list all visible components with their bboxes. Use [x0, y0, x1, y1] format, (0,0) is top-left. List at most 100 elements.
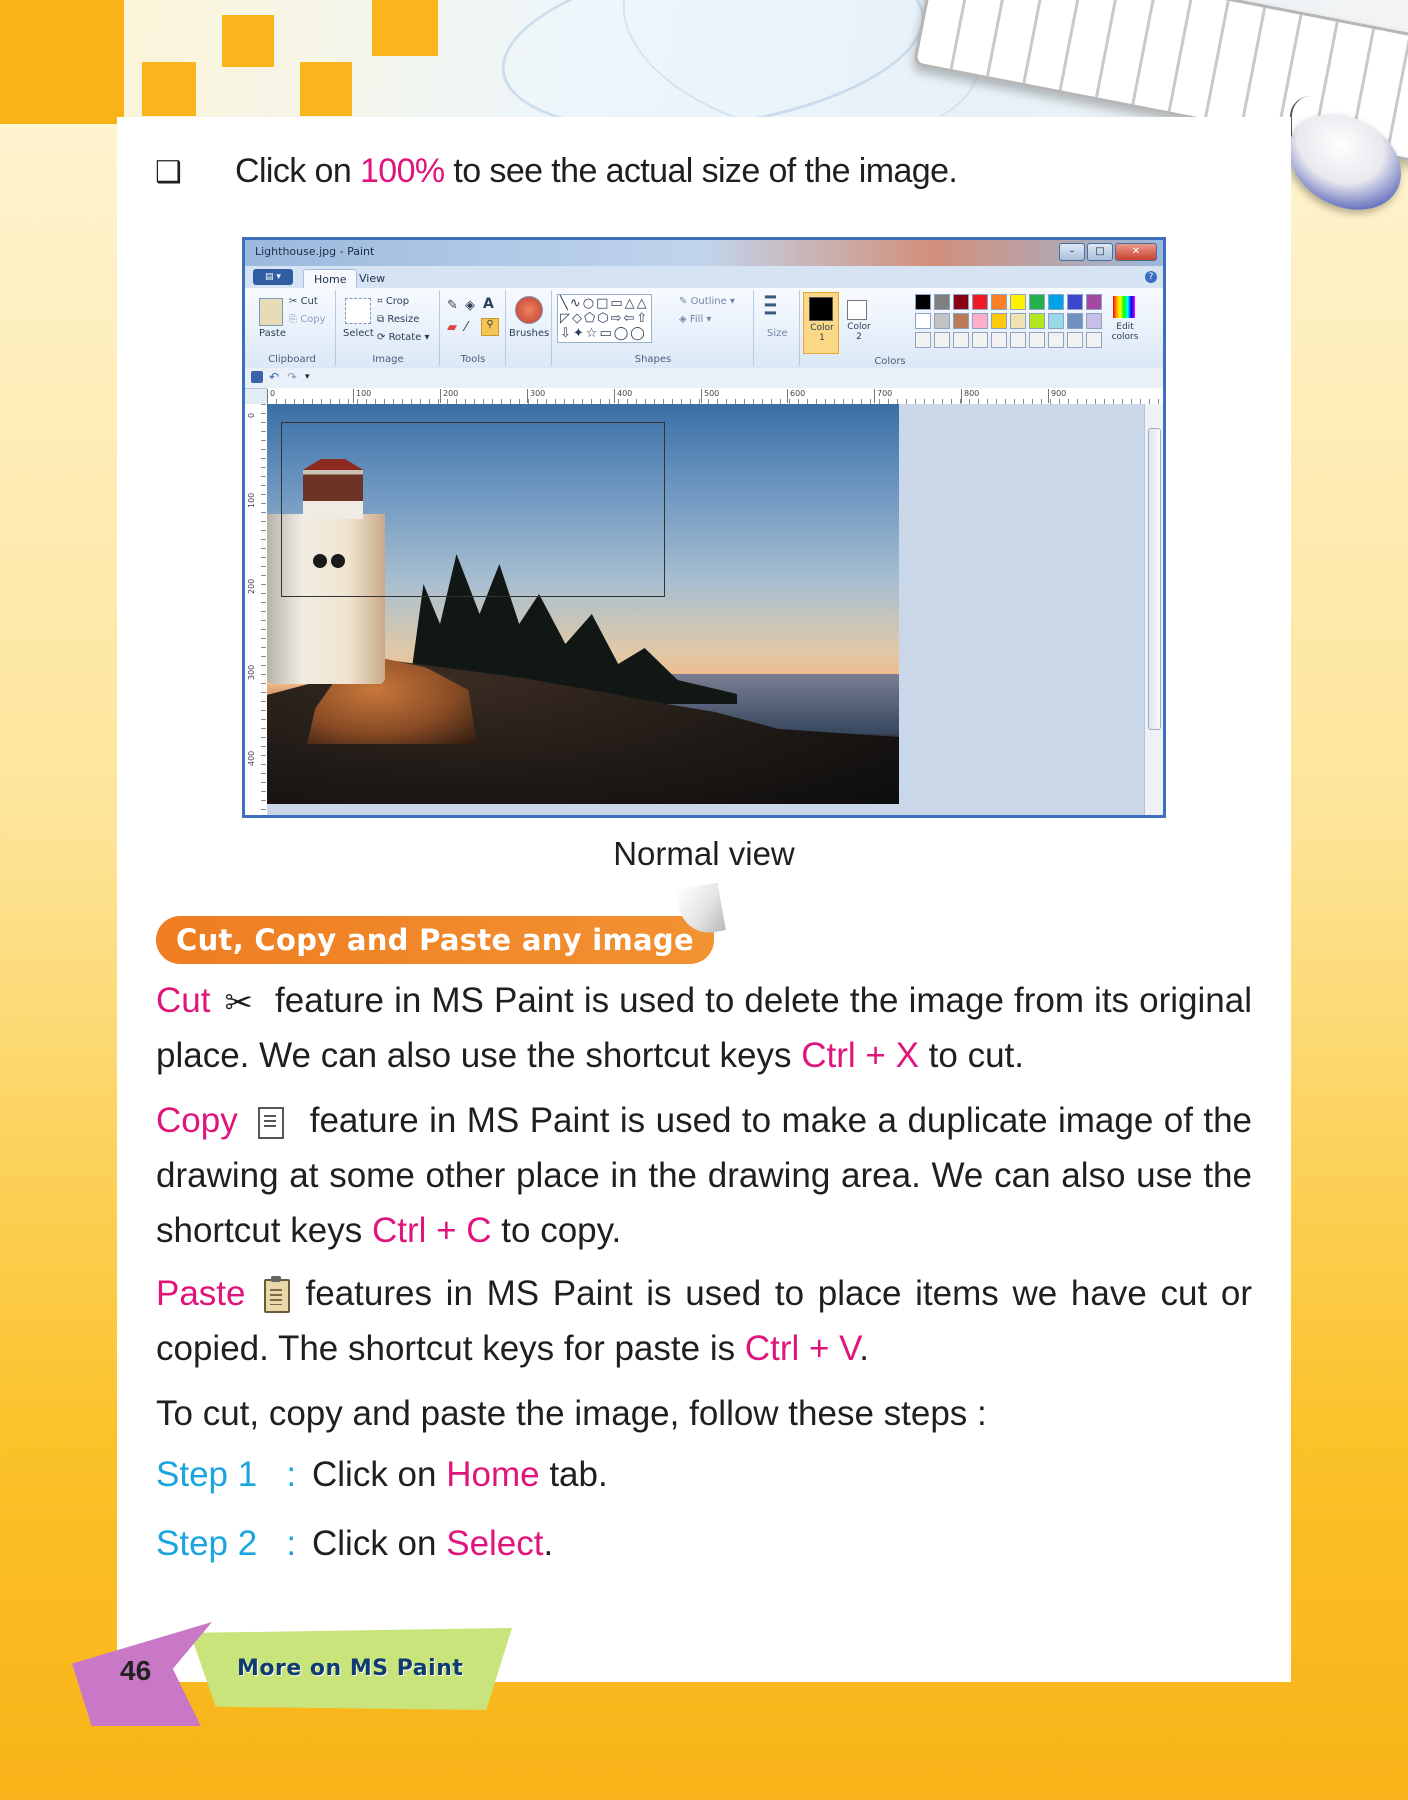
step-label: Step 2 :: [156, 1524, 312, 1564]
palette-swatch[interactable]: [934, 313, 950, 329]
ruler-tick: 300: [247, 664, 256, 680]
magnifier-icon[interactable]: ⚲: [481, 318, 499, 336]
selection-rectangle[interactable]: [281, 422, 665, 597]
paste-button[interactable]: Paste: [259, 328, 286, 339]
palette-swatch[interactable]: [991, 294, 1007, 310]
ruler-tick: 100: [353, 389, 371, 403]
fill-button[interactable]: ◈ Fill ▾: [679, 314, 711, 325]
copy-paragraph: Copy feature in MS Paint is used to make …: [156, 1093, 1252, 1258]
palette-swatch[interactable]: [1010, 332, 1026, 348]
drawing-canvas[interactable]: [267, 404, 1145, 815]
vertical-scrollbar[interactable]: [1144, 404, 1163, 815]
palette-swatch[interactable]: [1048, 294, 1064, 310]
palette-swatch[interactable]: [934, 294, 950, 310]
resize-button[interactable]: ⧉ Resize: [377, 314, 419, 325]
palette-swatch[interactable]: [1067, 294, 1083, 310]
color1-button[interactable]: Color 1: [803, 292, 839, 354]
palette-swatch[interactable]: [1010, 294, 1026, 310]
horizontal-ruler: 0 100 200 300 400 500 600 700 800 900: [267, 388, 1163, 405]
size-group: ━ ━ ━ Size: [755, 289, 800, 366]
cut-button[interactable]: ✂ Cut: [289, 296, 318, 307]
color2-button[interactable]: Color 2: [841, 292, 875, 352]
scrollbar-thumb[interactable]: [1148, 428, 1161, 730]
crop-button[interactable]: ⌗ Crop: [377, 296, 409, 307]
undo-icon[interactable]: ↶: [269, 371, 281, 383]
brushes-button[interactable]: Brushes: [509, 328, 549, 339]
palette-swatch[interactable]: [1086, 313, 1102, 329]
clipboard-icon: [263, 1275, 290, 1313]
palette-swatch[interactable]: [972, 313, 988, 329]
ribbon-tabs: ▤ ▾ Home View ?: [245, 266, 1163, 289]
paint-menu-button[interactable]: ▤ ▾: [253, 269, 293, 285]
minimize-icon[interactable]: –: [1059, 243, 1085, 261]
pencil-icon[interactable]: ✎: [447, 298, 458, 313]
palette-swatch[interactable]: [1029, 332, 1045, 348]
crop-label: Crop: [385, 296, 410, 307]
paste-term: Paste: [156, 1274, 246, 1313]
step-1: Step 1 : Click on Home tab.: [156, 1455, 608, 1495]
copy-label: Copy: [300, 314, 326, 325]
color-picker-icon[interactable]: ⁄: [465, 320, 467, 335]
customize-qat-icon[interactable]: ▾: [305, 371, 317, 383]
save-icon[interactable]: [251, 371, 263, 383]
size-icon[interactable]: ━ ━ ━: [765, 289, 776, 323]
text-icon[interactable]: A: [483, 296, 494, 312]
palette-swatch[interactable]: [915, 313, 931, 329]
palette-swatch[interactable]: [1067, 313, 1083, 329]
copy-button[interactable]: ⎘ Copy: [289, 314, 326, 325]
palette-swatch[interactable]: [953, 294, 969, 310]
image-group: Select ⌗ Crop ⧉ Resize ⟳ Rotate ▾ Image: [337, 290, 440, 366]
group-label: Colors: [874, 356, 906, 367]
palette-swatch[interactable]: [1086, 332, 1102, 348]
palette-swatch[interactable]: [934, 332, 950, 348]
palette-swatch[interactable]: [991, 332, 1007, 348]
tab-view[interactable]: View: [349, 269, 395, 288]
palette-swatch[interactable]: [1029, 294, 1045, 310]
select-button[interactable]: Select: [343, 328, 374, 339]
paste-icon[interactable]: [259, 298, 283, 326]
eraser-icon[interactable]: ▰: [447, 320, 457, 335]
decorative-square: [300, 62, 352, 116]
palette-swatch[interactable]: [1029, 313, 1045, 329]
cut-paragraph: Cut ✂ feature in MS Paint is used to dele…: [156, 973, 1252, 1083]
select-icon[interactable]: [345, 298, 371, 324]
maximize-icon[interactable]: □: [1087, 243, 1113, 261]
ribbon: Paste ✂ Cut ⎘ Copy Clipboard Select ⌗ Cr…: [245, 288, 1163, 369]
palette-swatch[interactable]: [915, 332, 931, 348]
vertical-ruler: 0 100 200 300 400: [245, 404, 268, 815]
redo-icon[interactable]: ↷: [287, 371, 299, 383]
outline-button[interactable]: ✎ Outline ▾: [679, 296, 735, 307]
palette-swatch[interactable]: [915, 294, 931, 310]
page-number: 46: [120, 1655, 152, 1686]
ruler-tick: 0: [267, 389, 275, 403]
group-label: Shapes: [634, 354, 672, 365]
rotate-button[interactable]: ⟳ Rotate ▾: [377, 332, 430, 343]
quick-access-toolbar: ↶ ↷ ▾: [245, 368, 1163, 389]
bullet-text: Click on: [235, 152, 352, 190]
palette-swatch[interactable]: [953, 332, 969, 348]
fill-icon[interactable]: ◈: [465, 298, 475, 313]
cut-shortcut: Ctrl + X: [801, 1036, 919, 1075]
palette-swatch[interactable]: [972, 294, 988, 310]
shapes-gallery[interactable]: ╲∿○□▭△△ ◸◇⬠⬡⇨⇦⇧ ⇩✦☆▭◯◯: [557, 294, 653, 343]
palette-swatch[interactable]: [972, 332, 988, 348]
edit-colors-button[interactable]: Edit colors: [1107, 322, 1143, 342]
shapes-group: ╲∿○□▭△△ ◸◇⬠⬡⇨⇦⇧ ⇩✦☆▭◯◯ ✎ Outline ▾ ◈ Fill …: [553, 290, 754, 366]
palette-swatch[interactable]: [1086, 294, 1102, 310]
size-button[interactable]: Size: [767, 328, 788, 339]
ruler-tick: 200: [247, 578, 256, 594]
checkbox-bullet-icon: ❑: [155, 156, 182, 189]
copy-shortcut: Ctrl + C: [371, 1211, 492, 1250]
palette-swatch[interactable]: [1067, 332, 1083, 348]
palette-swatch[interactable]: [991, 313, 1007, 329]
help-icon[interactable]: ?: [1145, 271, 1157, 283]
cut-term: Cut: [156, 981, 211, 1020]
ruler-tick: 500: [701, 389, 719, 403]
palette-swatch[interactable]: [1048, 332, 1064, 348]
palette-swatch[interactable]: [953, 313, 969, 329]
palette-swatch[interactable]: [1048, 313, 1064, 329]
edit-colors-icon[interactable]: [1113, 296, 1135, 318]
close-icon[interactable]: ✕: [1115, 243, 1157, 261]
brush-icon[interactable]: [515, 296, 543, 324]
palette-swatch[interactable]: [1010, 313, 1026, 329]
